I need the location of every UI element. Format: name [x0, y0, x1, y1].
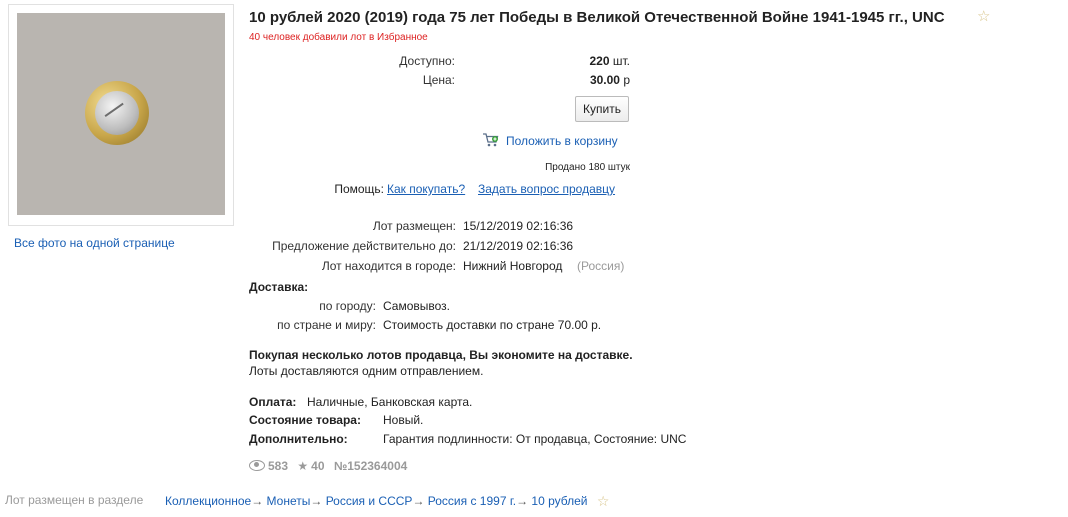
price-currency: р — [623, 73, 630, 87]
views-count: 583 — [268, 459, 289, 473]
delivery-heading: Доставка: — [249, 280, 309, 294]
lot-photo[interactable] — [17, 13, 225, 215]
breadcrumb-arrow: → — [516, 494, 529, 508]
lot-stats: 583 ★ 40 №152364004 — [249, 459, 407, 473]
all-photos-link[interactable]: Все фото на одной странице — [14, 236, 175, 250]
breadcrumb-arrow: → — [310, 494, 323, 508]
availability-count: 220 — [589, 54, 610, 68]
delivery-city-label: по городу: — [319, 299, 376, 313]
breadcrumb-arrow: → — [251, 494, 264, 508]
lot-photo-frame[interactable] — [8, 4, 234, 226]
sold-count: Продано 180 штук — [545, 162, 630, 173]
delivery-world-value: Стоимость доставки по стране 70.00 р. — [383, 318, 602, 332]
breadcrumb-collectibles[interactable]: Коллекционное — [165, 494, 251, 508]
delivery-city-value: Самовывоз. — [383, 299, 451, 313]
shipping-savings-note: Покупая несколько лотов продавца, Вы эко… — [249, 348, 633, 362]
ask-seller-link[interactable]: Задать вопрос продавцу — [478, 182, 615, 196]
favorites-count: 40 — [311, 459, 325, 473]
price-value: 30.00 р — [540, 73, 630, 87]
lot-title: 10 рублей 2020 (2019) года 75 лет Победы… — [249, 9, 945, 26]
favorite-category-star-icon[interactable]: ☆ — [597, 493, 610, 509]
city-value: Нижний Новгород — [463, 259, 563, 273]
payment-value: Наличные, Банковская карта. — [307, 395, 473, 409]
single-shipment-note: Лоты доставляются одним отправлением. — [249, 364, 484, 378]
coin-center — [95, 91, 139, 135]
availability-value: 220 шт. — [540, 54, 630, 68]
breadcrumb-10-rubles[interactable]: 10 рублей — [531, 494, 587, 508]
availability-label: Доступно: — [399, 54, 455, 68]
breadcrumb-russia-ussr[interactable]: Россия и СССР — [326, 494, 413, 508]
buy-button[interactable]: Купить — [575, 96, 629, 122]
star-icon: ★ — [297, 459, 309, 473]
delivery-world-label: по стране и миру: — [277, 318, 376, 332]
favorites-note: 40 человек добавили лот в Избранное — [249, 32, 428, 43]
availability-unit: шт. — [612, 54, 630, 68]
extra-label: Дополнительно: — [249, 432, 348, 446]
favorite-star-icon[interactable]: ☆ — [977, 7, 990, 25]
breadcrumb: Коллекционное→ Монеты→ Россия и СССР→ Ро… — [165, 493, 609, 510]
how-to-buy-link[interactable]: Как покупать? — [387, 182, 465, 196]
breadcrumb-coins[interactable]: Монеты — [267, 494, 311, 508]
city-label: Лот находится в городе: — [321, 259, 456, 273]
price-amount: 30.00 — [589, 73, 620, 87]
condition-value: Новый. — [383, 413, 424, 427]
help-label: Помощь: — [334, 182, 384, 196]
category-label: Лот размещен в разделе — [5, 493, 144, 507]
coin-mark — [104, 102, 130, 126]
eye-icon — [249, 460, 265, 471]
coin-image — [85, 81, 149, 145]
payment-label: Оплата: — [249, 395, 297, 409]
breadcrumb-russia-since-1997[interactable]: Россия с 1997 г. — [428, 494, 516, 508]
country-value: (Россия) — [577, 259, 625, 273]
valid-until-value: 21/12/2019 02:16:36 — [463, 239, 574, 253]
add-to-cart-link[interactable]: Положить в корзину — [506, 134, 618, 148]
valid-until-label: Предложение действительно до: — [272, 239, 456, 253]
condition-label: Состояние товара: — [249, 413, 361, 427]
posted-label: Лот размещен: — [372, 219, 456, 233]
posted-value: 15/12/2019 02:16:36 — [463, 219, 574, 233]
extra-value: Гарантия подлинности: От продавца, Состо… — [383, 432, 687, 446]
lot-number: №152364004 — [333, 459, 408, 473]
price-label: Цена: — [422, 73, 455, 87]
cart-add-icon[interactable] — [482, 132, 499, 148]
breadcrumb-arrow: → — [412, 494, 425, 508]
